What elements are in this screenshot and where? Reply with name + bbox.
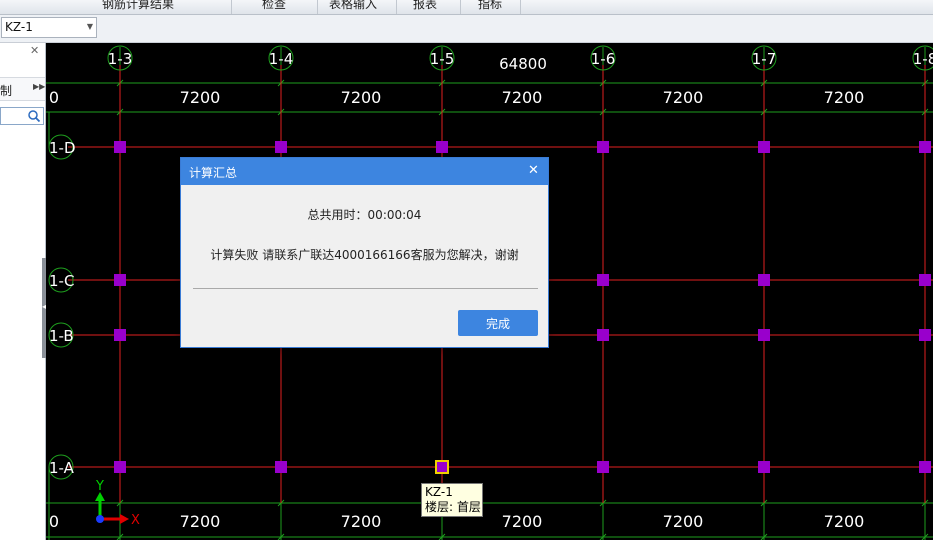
axis-label-vertical: 1-7 (752, 50, 777, 68)
ucs-y-label: Y (95, 479, 104, 494)
column-marker (597, 329, 609, 341)
column-marker (114, 141, 126, 153)
span-label-top: 7200 (663, 88, 704, 107)
column-marker (758, 329, 770, 341)
panel-header: 制 ▶▶ (0, 77, 45, 101)
column-marker (919, 274, 931, 286)
column-marker (275, 141, 287, 153)
column-marker (919, 329, 931, 341)
column-marker (758, 461, 770, 473)
span-label-top: 7200 (180, 88, 221, 107)
span-label-bottom: 0 (49, 512, 59, 531)
component-select[interactable]: KZ-1 ▼ (1, 17, 97, 38)
tooltip-floor: 楼层: 首层 (425, 500, 481, 514)
axis-label-vertical: 1-4 (269, 50, 294, 68)
column-marker (114, 274, 126, 286)
span-label-top: 7200 (502, 88, 543, 107)
span-label-bottom: 7200 (663, 512, 704, 531)
column-marker (114, 329, 126, 341)
search-input[interactable] (0, 107, 44, 125)
column-marker (758, 274, 770, 286)
close-icon[interactable]: ✕ (30, 44, 39, 57)
tooltip-name: KZ-1 (425, 485, 453, 499)
column-marker (275, 461, 287, 473)
menu-report[interactable]: 报表 (390, 0, 461, 14)
ucs-x-label: X (131, 513, 140, 528)
component-select-value: KZ-1 (5, 20, 33, 34)
column-marker (597, 141, 609, 153)
axis-label-horizontal: 1-D (49, 139, 76, 157)
column-marker (436, 141, 448, 153)
finish-button[interactable]: 完成 (458, 310, 538, 336)
component-tooltip: KZ-1 楼层: 首层 (421, 483, 483, 517)
axis-label-horizontal: 1-C (49, 272, 74, 290)
divider (193, 288, 538, 289)
selected-column-kz-1 (435, 460, 449, 474)
double-chevron-right-icon[interactable]: ▶▶ (33, 82, 45, 91)
span-label-bottom: 7200 (180, 512, 221, 531)
menu-table-input[interactable]: 表格输入 (310, 0, 397, 14)
column-marker (919, 461, 931, 473)
span-label-bottom: 7200 (341, 512, 382, 531)
menu-rebar-results[interactable]: 钢筋计算结果 (45, 0, 232, 14)
menu-bar: 钢筋计算结果 检查 表格输入 报表 指标 (0, 0, 933, 15)
column-marker (597, 274, 609, 286)
menu-check[interactable]: 检查 (231, 0, 318, 14)
calc-summary-dialog: 计算汇总 ✕ 总共用时：00:00:04 计算失败 请联系广联达40001661… (180, 157, 549, 348)
menu-index[interactable]: 指标 (460, 0, 521, 14)
column-marker (114, 461, 126, 473)
axis-label-vertical: 1-6 (591, 50, 616, 68)
axis-label-vertical: 1-5 (430, 50, 455, 68)
axis-label-horizontal: 1-A (49, 459, 75, 477)
toolbar: KZ-1 ▼ (0, 15, 933, 43)
axis-label-horizontal: 1-B (49, 327, 74, 345)
column-marker (758, 141, 770, 153)
dialog-titlebar[interactable]: 计算汇总 ✕ (181, 158, 548, 185)
chevron-down-icon[interactable]: ▼ (87, 22, 93, 31)
panel-header-label: 制 (0, 84, 13, 98)
axis-label-vertical: 1-8 (913, 50, 933, 68)
column-marker (597, 461, 609, 473)
span-label-top: 7200 (824, 88, 865, 107)
dialog-title: 计算汇总 (189, 166, 238, 180)
span-label-bottom: 7200 (502, 512, 543, 531)
left-panel: ✕ 制 ▶▶ (0, 43, 46, 540)
close-icon[interactable]: ✕ (528, 163, 539, 178)
error-message: 计算失败 请联系广联达4000166166客服为您解决，谢谢 (210, 248, 519, 262)
span-label-top: 0 (49, 88, 59, 107)
span-label-top: 7200 (341, 88, 382, 107)
axis-label-vertical: 1-3 (108, 50, 133, 68)
column-marker (919, 141, 931, 153)
span-label-bottom: 7200 (824, 512, 865, 531)
total-dimension-label: 64800 (499, 55, 547, 73)
search-icon[interactable] (27, 109, 41, 123)
total-time-text: 总共用时：00:00:04 (307, 208, 422, 222)
